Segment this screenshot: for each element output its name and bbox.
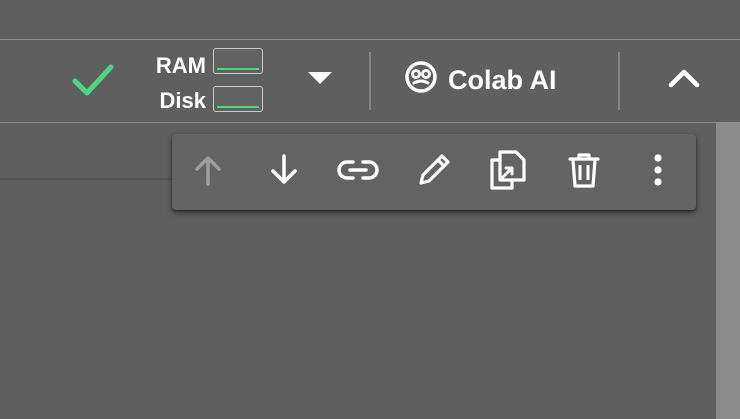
more-actions-button[interactable] (636, 150, 680, 194)
cell-divider-line (0, 178, 190, 180)
colab-ai-button[interactable]: Colab AI (404, 60, 557, 100)
divider (618, 52, 620, 110)
check-icon[interactable] (72, 62, 114, 98)
arrow-down-icon (267, 153, 301, 192)
colab-ai-label: Colab AI (448, 64, 557, 95)
mirror-cell-icon (488, 148, 528, 197)
disk-label: Disk (159, 88, 206, 113)
trash-icon (567, 151, 601, 194)
runtime-toolbar: RAM Disk Colab AI (0, 40, 740, 123)
ram-label: RAM (155, 53, 206, 78)
divider (369, 52, 371, 110)
colab-ai-icon (404, 60, 448, 101)
ram-meter[interactable] (213, 48, 263, 74)
link-icon (336, 158, 380, 187)
copy-link-button[interactable] (336, 150, 380, 194)
disk-meter[interactable] (213, 86, 263, 112)
edit-cell-button[interactable] (412, 150, 456, 194)
move-cell-down-button[interactable] (262, 150, 306, 194)
disk-meter-fill (217, 106, 259, 108)
cell-toolbar (172, 134, 696, 210)
chevron-up-icon (668, 68, 700, 93)
move-cell-up-button[interactable] (186, 150, 230, 194)
copy-to-tab-button[interactable] (486, 148, 530, 197)
caret-down-icon (307, 71, 333, 90)
delete-cell-button[interactable] (562, 150, 606, 194)
more-vert-icon (653, 153, 663, 192)
top-bar (0, 0, 740, 40)
runtime-dropdown-button[interactable] (300, 62, 340, 98)
collapse-header-button[interactable] (660, 60, 708, 100)
scrollbar[interactable] (716, 123, 740, 419)
pencil-icon (415, 151, 453, 194)
arrow-up-icon (191, 153, 225, 192)
ram-meter-fill (217, 68, 259, 70)
resource-labels: RAM Disk (146, 48, 206, 118)
